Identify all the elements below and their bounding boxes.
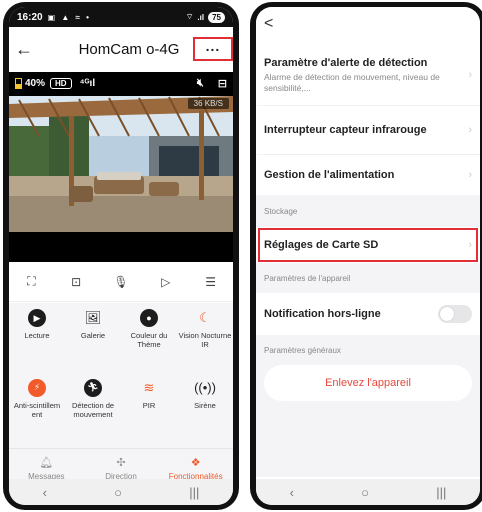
offline-notification-setting: Notification hors-ligne [256, 293, 480, 335]
settings-header: < [256, 7, 480, 45]
section-general: Paramètres généraux [264, 345, 341, 355]
wifi-icon: ⌔ [185, 12, 194, 21]
mute-icon[interactable]: 🔇︎ [197, 77, 204, 90]
direction-icon: ✣ [116, 457, 126, 469]
power-management-setting[interactable]: Gestion de l'alimentation › [256, 155, 480, 195]
app-header: ← HomCam o-4G ... [9, 27, 233, 72]
more-options-button[interactable]: ... [193, 37, 233, 61]
night-vision-icon: ☾ [199, 310, 211, 325]
battery-level: 75 [208, 11, 225, 23]
camera-battery-icon [15, 77, 22, 89]
infrared-switch-setting[interactable]: Interrupteur capteur infrarouge › [256, 106, 480, 154]
feature-label: Anti-scintillem ent [13, 400, 61, 419]
video-tools: 🔇︎ ⊟ [197, 77, 227, 90]
gallery-icon: 🖼︎ [84, 310, 102, 325]
play-icon: ▶ [28, 309, 46, 327]
sd-card-setting[interactable]: Réglages de Carte SD › [256, 227, 480, 263]
hd-button[interactable]: HD [50, 77, 72, 89]
bell-icon: 🔔︎ [39, 457, 54, 469]
feature-lecture[interactable]: ▶ Lecture [9, 309, 65, 379]
back-arrow-icon[interactable]: ← [15, 39, 37, 60]
feature-galerie[interactable]: 🖼︎ Galerie [65, 309, 121, 379]
nav-home-icon[interactable]: ○ [114, 485, 122, 500]
section-storage: Stockage [264, 206, 298, 216]
remove-device-button[interactable]: Enlevez l'appareil [264, 365, 472, 401]
record-icon[interactable]: ▷ [156, 272, 176, 292]
setting-title: Paramètre d'alerte de détection [264, 56, 428, 69]
menu-icon[interactable]: ☰ [201, 272, 221, 292]
flicker-icon: ⚡ [28, 378, 46, 397]
feature-motion-detection[interactable]: 🏃︎ Détection de mouvement [65, 378, 121, 449]
setting-title: Gestion de l'alimentation [264, 168, 395, 181]
settings-list: Paramètre d'alerte de détection Alarme d… [256, 45, 480, 477]
feature-label: PIR [142, 400, 156, 410]
notification-icons: ▣ ▲ ≈ • [47, 12, 91, 22]
chevron-right-icon: › [468, 239, 472, 251]
features-icon: ❖ [190, 457, 201, 469]
chevron-right-icon: › [468, 69, 472, 81]
chevron-right-icon: › [468, 169, 472, 181]
detection-alert-setting[interactable]: Paramètre d'alerte de détection Alarme d… [256, 45, 480, 105]
feature-siren[interactable]: ((•)) Sirène [177, 379, 233, 449]
nav-back-icon[interactable]: ‹ [290, 485, 294, 500]
nav-recents-icon[interactable]: ||| [189, 485, 199, 500]
more-icon: ... [205, 38, 221, 54]
nav-back-icon[interactable]: ‹ [43, 485, 47, 500]
video-topbar: 40% HD ⁴ᴳıl 🔇︎ ⊟ [9, 72, 233, 94]
back-chevron-icon[interactable]: < [264, 15, 273, 32]
settings-screen: < Paramètre d'alerte de détection Alarme… [256, 7, 480, 505]
status-bar: 16:20 ▣ ▲ ≈ • ⌔ .ıl 75 [9, 7, 233, 27]
feature-label: Lecture [24, 331, 50, 340]
split-view-icon[interactable]: ⊟ [218, 77, 227, 90]
features-grid: ▶ Lecture 🖼︎ Galerie ● Couleur du Thème … [9, 303, 233, 448]
camera-battery-pct: 40% [25, 77, 46, 89]
feature-anti-flicker[interactable]: ⚡ Anti-scintillem ent [9, 378, 65, 449]
feature-label: Détection de mouvement [71, 400, 115, 419]
status-right: ⌔ .ıl 75 [185, 11, 225, 23]
setting-subtitle: Alarme de détection de mouvement, niveau… [264, 72, 440, 94]
chevron-right-icon: › [468, 124, 472, 136]
offline-notification-toggle[interactable] [438, 305, 472, 323]
system-nav-bar: ‹ ○ ||| [256, 479, 480, 505]
nav-recents-icon[interactable]: ||| [436, 485, 446, 500]
feature-label: Couleur du Thème [130, 331, 168, 349]
feature-label: Vision Nocturne IR [178, 331, 232, 349]
nav-home-icon[interactable]: ○ [361, 485, 369, 500]
feature-night-vision[interactable]: ☾ Vision Nocturne IR [177, 309, 233, 379]
left-phone: 16:20 ▣ ▲ ≈ • ⌔ .ıl 75 ← HomCam o-4G ...… [3, 2, 239, 510]
section-device: Paramètres de l'appareil [264, 273, 351, 283]
camera-signal-icon: ⁴ᴳıl [79, 77, 96, 89]
feature-theme-color[interactable]: ● Couleur du Thème [121, 309, 177, 379]
siren-icon: ((•)) [194, 380, 216, 395]
status-time: 16:20 [17, 11, 43, 23]
pir-icon: ≋ [143, 379, 155, 395]
setting-title: Interrupteur capteur infrarouge [264, 123, 427, 136]
microphone-icon[interactable]: 🎙︎ [111, 272, 131, 292]
feature-pir[interactable]: ≋ PIR [121, 379, 177, 449]
system-nav-bar: ‹ ○ ||| [9, 479, 233, 505]
camera-scene [9, 96, 233, 232]
feature-label: Galerie [80, 331, 106, 340]
motion-icon: 🏃︎ [84, 378, 102, 397]
bitrate-label: 36 KB/S [187, 98, 229, 109]
snapshot-icon[interactable]: ⊡ [66, 272, 86, 292]
camera-screen: 16:20 ▣ ▲ ≈ • ⌔ .ıl 75 ← HomCam o-4G ...… [9, 7, 233, 505]
live-video[interactable]: 40% HD ⁴ᴳıl 🔇︎ ⊟ 36 KB/S [9, 72, 233, 262]
right-phone: < Paramètre d'alerte de détection Alarme… [250, 2, 482, 510]
signal-icon: .ıl [197, 12, 205, 22]
palette-icon: ● [140, 309, 158, 327]
video-controls: ⛶ ⊡ 🎙︎ ▷ ☰ [9, 262, 233, 302]
feature-label: Sirène [194, 400, 216, 410]
fullscreen-icon[interactable]: ⛶ [21, 272, 41, 292]
setting-title: Notification hors-ligne [264, 307, 381, 320]
setting-title: Réglages de Carte SD [264, 238, 379, 251]
